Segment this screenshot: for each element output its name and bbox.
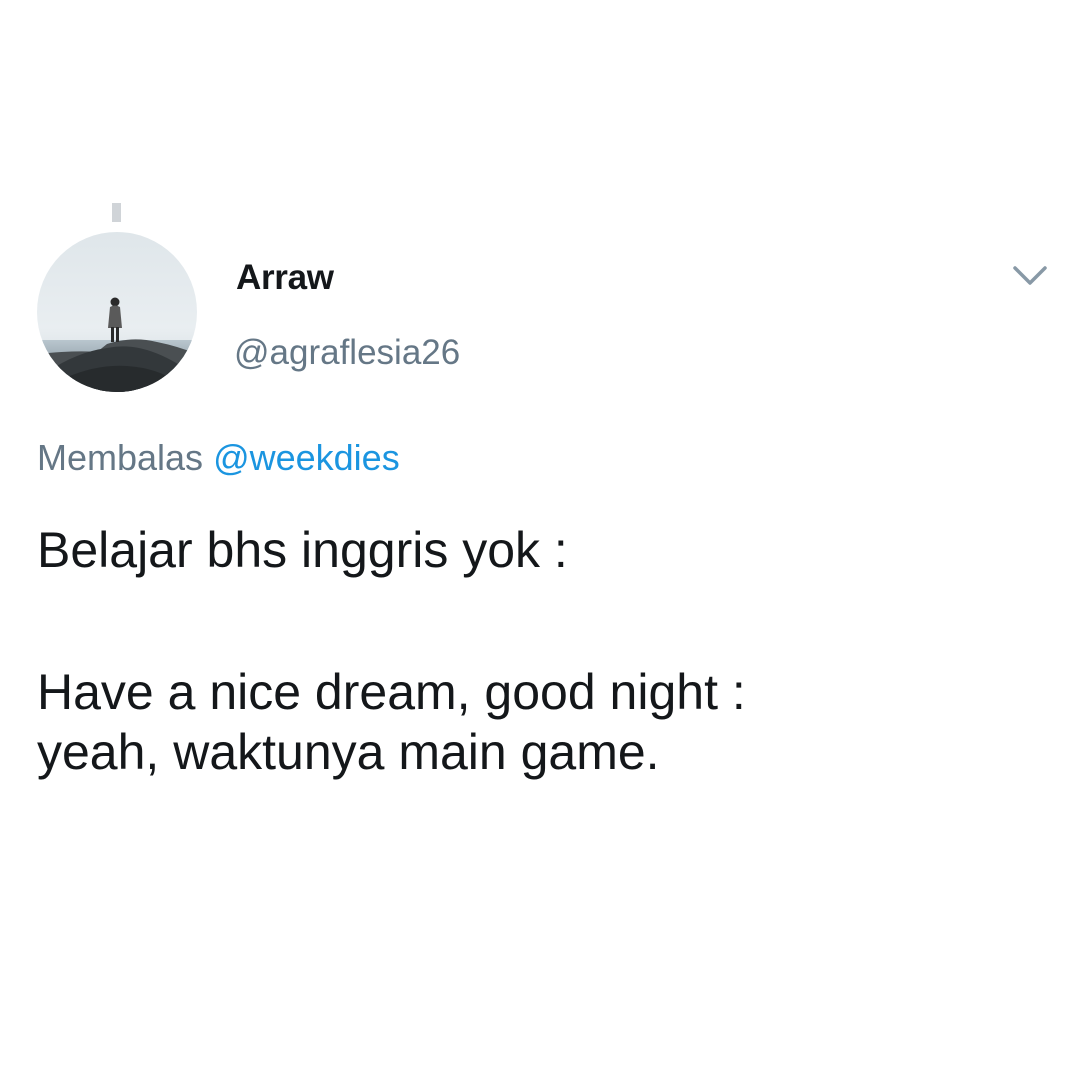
profile-photo-icon bbox=[37, 232, 197, 392]
tweet-text-line: Belajar bhs inggris yok : bbox=[37, 522, 568, 578]
author-handle[interactable]: @agraflesia26 bbox=[234, 333, 460, 373]
replying-to-label: Membalas bbox=[37, 437, 204, 478]
thread-connector-line bbox=[112, 203, 121, 222]
author-display-name[interactable]: Arraw bbox=[236, 258, 334, 298]
chevron-down-icon[interactable] bbox=[1011, 262, 1049, 290]
tweet-text-line: Have a nice dream, good night : bbox=[37, 664, 746, 720]
replying-to: Membalas @weekdies bbox=[37, 437, 400, 479]
tweet-screenshot: Arraw @agraflesia26 Membalas @weekdies B… bbox=[0, 0, 1080, 1080]
reply-mention-link[interactable]: @weekdies bbox=[213, 437, 400, 478]
avatar[interactable] bbox=[37, 232, 197, 392]
tweet-text-line: yeah, waktunya main game. bbox=[37, 724, 660, 780]
tweet-body: Belajar bhs inggris yok : Have a nice dr… bbox=[37, 520, 1047, 782]
